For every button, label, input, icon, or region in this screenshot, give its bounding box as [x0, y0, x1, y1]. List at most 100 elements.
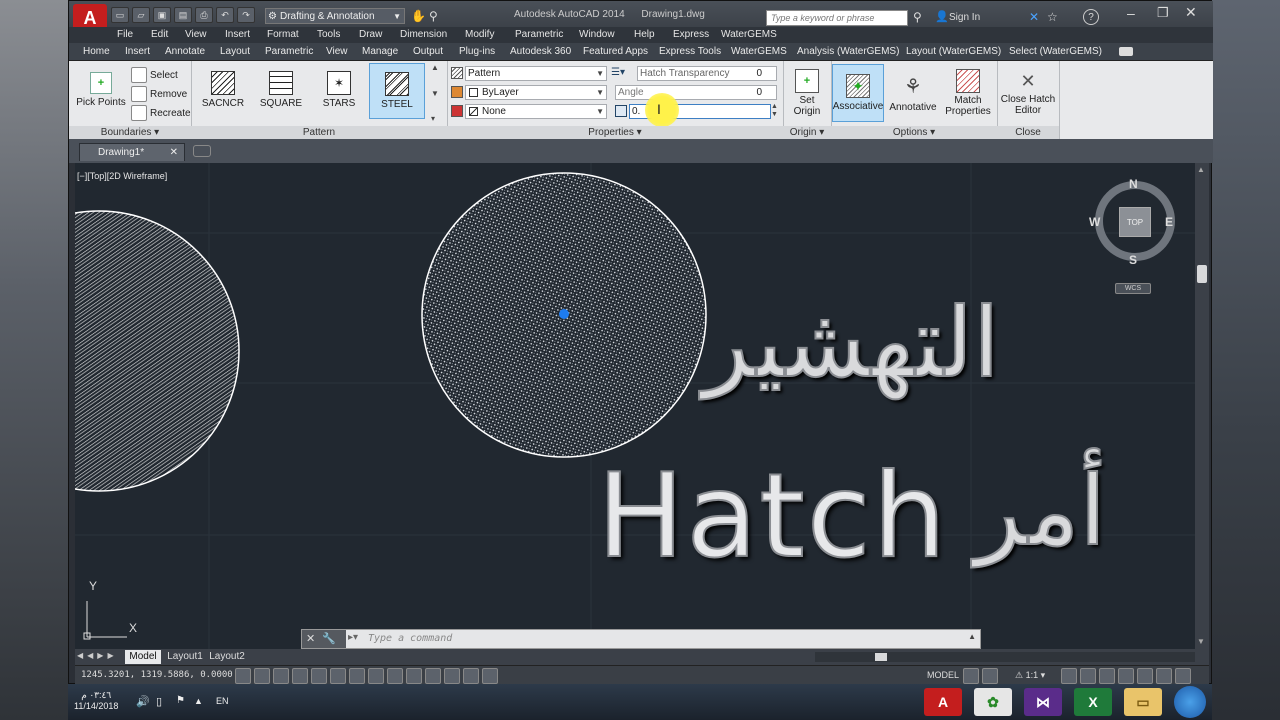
clean-screen-icon[interactable]	[1175, 668, 1191, 684]
layout-nav-arrows[interactable]: ◀◀▶▶	[77, 651, 118, 660]
undo-icon[interactable]: ↶	[216, 7, 234, 23]
start-button[interactable]	[1174, 686, 1206, 718]
visual-studio-taskbar-icon[interactable]: ⋈	[1024, 688, 1062, 716]
hardware-acceleration-icon[interactable]	[1137, 668, 1153, 684]
flag-icon[interactable]: ⚑	[176, 695, 185, 706]
exchange-icon[interactable]: ✕	[1029, 10, 1039, 24]
annotative-button[interactable]: ⚘ Annotative	[887, 64, 939, 122]
open-icon[interactable]: ▱	[132, 7, 150, 23]
chevron-up-icon[interactable]: ▲	[431, 63, 443, 72]
remove-button[interactable]: Remove	[131, 86, 187, 102]
compass-east[interactable]: E	[1165, 215, 1173, 229]
steel-hatched-circle[interactable]	[75, 210, 240, 492]
menu-parametric[interactable]: Parametric	[515, 29, 563, 40]
viewcube-top-face[interactable]: TOP	[1119, 207, 1151, 237]
properties-panel-title[interactable]: Properties ▾	[447, 126, 783, 139]
pattern-swatch-sacncr[interactable]: SACNCR	[195, 63, 251, 119]
tab-output[interactable]: Output	[413, 46, 443, 57]
tab-autodesk-360[interactable]: Autodesk 360	[510, 46, 571, 57]
menu-insert[interactable]: Insert	[225, 29, 250, 40]
horizontal-scroll-thumb[interactable]	[875, 653, 887, 661]
language-indicator[interactable]: EN	[216, 696, 229, 706]
pattern-swatch-square[interactable]: SQUARE	[253, 63, 309, 119]
pick-points-button[interactable]: + Pick Points	[75, 66, 127, 114]
tab-insert[interactable]: Insert	[125, 46, 150, 57]
restore-button[interactable]: ❐	[1157, 5, 1169, 21]
tab-manage[interactable]: Manage	[362, 46, 398, 57]
help-button[interactable]: ?	[1083, 9, 1099, 25]
menu-dimension[interactable]: Dimension	[400, 29, 447, 40]
new-tab-icon[interactable]	[193, 145, 211, 157]
selection-cycling-icon[interactable]	[482, 668, 498, 684]
horizontal-scrollbar[interactable]	[815, 652, 1195, 662]
otrack-icon[interactable]	[368, 668, 384, 684]
menu-view[interactable]: View	[185, 29, 207, 40]
tab-layout-watergems[interactable]: Layout (WaterGEMS)	[906, 46, 1001, 57]
new-icon[interactable]: ▭	[111, 7, 129, 23]
tab-analysis-watergems[interactable]: Analysis (WaterGEMS)	[797, 46, 899, 57]
workspace-switch-icon[interactable]	[1099, 668, 1115, 684]
osnap-icon[interactable]	[330, 668, 346, 684]
compass-west[interactable]: W	[1089, 215, 1100, 229]
star-icon[interactable]: ☆	[1047, 10, 1058, 24]
scroll-up-icon[interactable]: ▲	[1197, 165, 1205, 174]
close-window-button[interactable]: ✕	[1185, 4, 1197, 21]
document-tab-drawing1[interactable]: Drawing1* ✕	[79, 143, 185, 161]
transparency-toggle-icon[interactable]	[444, 668, 460, 684]
menu-watergems[interactable]: WaterGEMS	[721, 29, 777, 40]
command-prompt-icon[interactable]: ▸▾	[348, 632, 358, 643]
tab-plugins[interactable]: Plug-ins	[459, 46, 495, 57]
close-hatch-editor-button[interactable]: ✕ Close Hatch Editor	[999, 65, 1057, 121]
pattern-scroller[interactable]: ▲ ▼ ▾	[431, 63, 443, 123]
tab-annotate[interactable]: Annotate	[165, 46, 205, 57]
minimize-button[interactable]: –	[1127, 5, 1135, 21]
origin-panel-title[interactable]: Origin ▾	[783, 126, 831, 139]
vertical-scrollbar[interactable]: ▲ ▼	[1195, 163, 1209, 649]
grid-icon[interactable]	[273, 668, 289, 684]
quick-properties-icon[interactable]	[463, 668, 479, 684]
scale-spinner[interactable]: ▲ ▼	[771, 103, 778, 119]
tab-watergems[interactable]: WaterGEMS	[731, 46, 787, 57]
ribbon-minimize-icon[interactable]	[1119, 47, 1133, 56]
menu-help[interactable]: Help	[634, 29, 655, 40]
save-as-icon[interactable]: ▤	[174, 7, 192, 23]
boundaries-panel-title[interactable]: Boundaries ▾	[69, 126, 191, 139]
layout-tab-layout1[interactable]: Layout1	[165, 650, 205, 664]
autocad-taskbar-icon[interactable]: A	[924, 688, 962, 716]
snap-icon[interactable]	[254, 668, 270, 684]
sign-in-link[interactable]: Sign In	[949, 12, 980, 23]
tab-layout[interactable]: Layout	[220, 46, 250, 57]
close-tab-icon[interactable]: ✕	[170, 144, 178, 161]
scroll-down-icon[interactable]: ▼	[1197, 637, 1205, 646]
search-input[interactable]: Type a keyword or phrase	[766, 10, 908, 26]
command-input[interactable]: Type a command	[368, 633, 452, 644]
isolate-objects-icon[interactable]	[1156, 668, 1172, 684]
menu-draw[interactable]: Draw	[359, 29, 382, 40]
menu-edit[interactable]: Edit	[151, 29, 168, 40]
menu-window[interactable]: Window	[579, 29, 615, 40]
tab-select-watergems[interactable]: Select (WaterGEMS)	[1009, 46, 1102, 57]
select-button[interactable]: Select	[131, 67, 178, 83]
ortho-icon[interactable]	[292, 668, 308, 684]
layout-tab-layout2[interactable]: Layout2	[207, 650, 247, 664]
tab-featured-apps[interactable]: Featured Apps	[583, 46, 648, 57]
menu-tools[interactable]: Tools	[317, 29, 340, 40]
annotation-scale[interactable]: ⚠ 1:1 ▾	[1015, 670, 1045, 681]
pattern-swatch-stars[interactable]: ✶ STARS	[311, 63, 367, 119]
3d-osnap-icon[interactable]	[349, 668, 365, 684]
ducs-icon[interactable]	[387, 668, 403, 684]
system-clock[interactable]: ٠٣:٤٦ م 11/14/2018	[74, 690, 118, 712]
annotation-visibility-icon[interactable]	[1061, 668, 1077, 684]
match-properties-button[interactable]: Match Properties	[941, 64, 995, 122]
save-icon[interactable]: ▣	[153, 7, 171, 23]
hatch-color-dropdown[interactable]: ByLayer ▼	[465, 85, 607, 100]
pattern-swatch-steel[interactable]: STEEL	[369, 63, 425, 119]
recreate-button[interactable]: Recreate	[131, 105, 191, 121]
tab-parametric[interactable]: Parametric	[265, 46, 313, 57]
lock-icon[interactable]	[1118, 668, 1134, 684]
tab-express-tools[interactable]: Express Tools	[659, 46, 721, 57]
options-panel-title[interactable]: Options ▾	[831, 126, 997, 139]
pan-icon[interactable]: ✋	[411, 9, 426, 23]
polar-icon[interactable]	[311, 668, 327, 684]
expand-icon[interactable]: ▾	[431, 114, 443, 123]
